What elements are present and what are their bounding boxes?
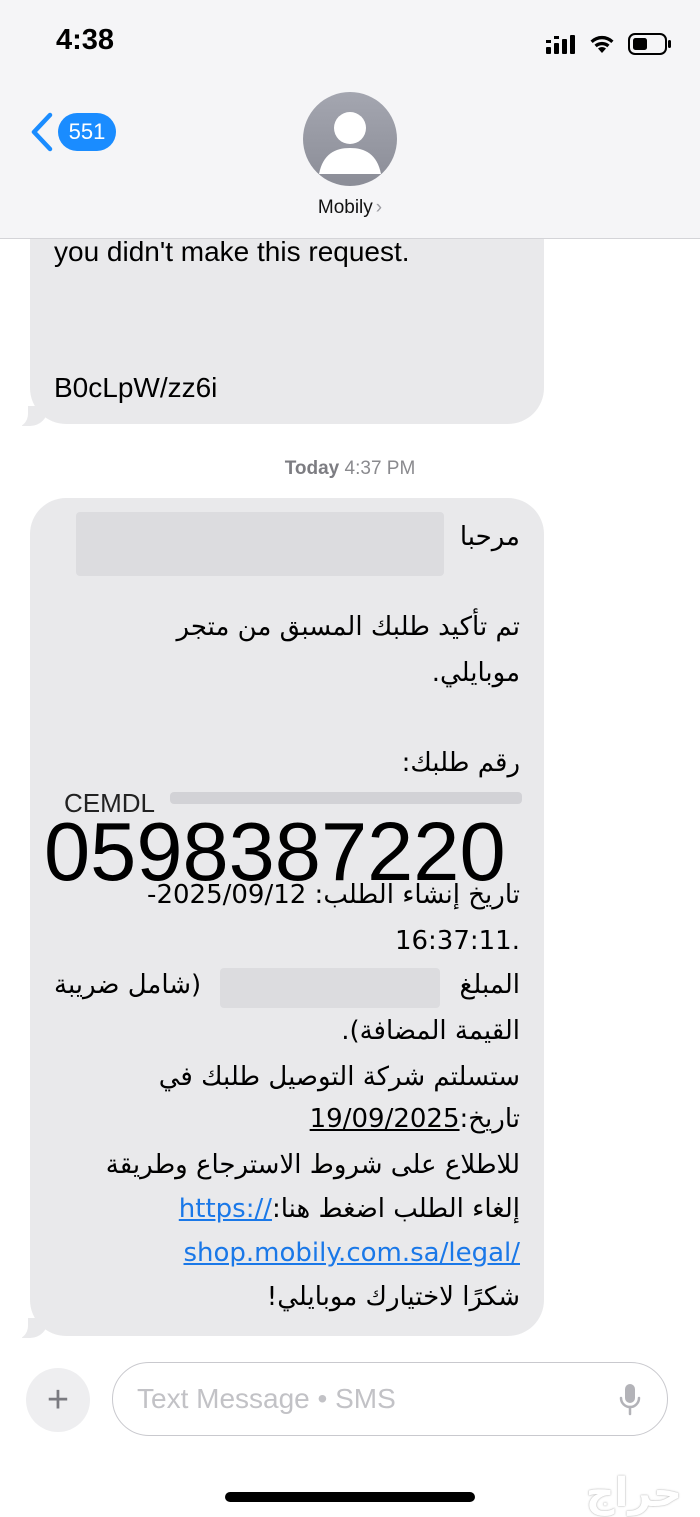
status-time: 4:38	[56, 24, 115, 56]
confirmation-text-line2: موبايلي.	[431, 658, 520, 688]
greeting-text: مرحبا	[459, 522, 520, 552]
contact-name-button[interactable]: Mobily ›	[0, 197, 700, 219]
unread-count-badge: 551	[58, 113, 116, 151]
battery-icon	[628, 33, 671, 55]
add-attachment-button[interactable]: +	[26, 1368, 90, 1432]
delivery-line1: ستسلتم شركة التوصيل طلبك في	[158, 1062, 520, 1092]
terms-line2: إلغاء الطلب اضغط هنا:https://	[178, 1194, 520, 1224]
redacted-amount	[220, 968, 440, 1008]
legal-link-part1[interactable]: https://	[179, 1194, 272, 1224]
message-input[interactable]: Text Message • SMS	[112, 1362, 668, 1436]
thanks-text: شكرًا لاختيارك موبايلي!	[266, 1282, 520, 1312]
amount-label: المبلغ	[459, 970, 520, 1000]
person-icon	[319, 112, 381, 174]
created-date-line2: .16:37:11	[394, 926, 520, 956]
legal-link-part2[interactable]: shop.mobily.com.sa/legal/	[183, 1238, 520, 1268]
home-indicator[interactable]	[225, 1492, 475, 1502]
redacted-order-number	[170, 792, 522, 804]
contact-avatar[interactable]	[303, 92, 397, 186]
overlay-phone-number: 0598387220	[44, 805, 506, 898]
delivery-date-line: تاريخ:19/09/2025	[309, 1104, 520, 1134]
message-timestamp: Today 4:37 PM	[284, 458, 416, 479]
amount-suffix: (شامل ضريبة	[54, 970, 202, 1000]
status-icons	[546, 28, 672, 60]
cellular-signal-icon	[546, 35, 575, 54]
message-input-placeholder: Text Message • SMS	[137, 1383, 396, 1414]
wifi-icon	[590, 35, 614, 53]
redacted-name	[76, 512, 444, 576]
conversation-header: 4:38 551 Mobily ›	[0, 0, 700, 239]
message-text: you didn't make this request.	[54, 236, 410, 267]
chevron-left-icon	[31, 112, 53, 152]
vat-line: القيمة المضافة).	[341, 1016, 520, 1046]
back-button[interactable]: 551	[30, 112, 116, 152]
delivery-date: 19/09/2025	[309, 1104, 460, 1134]
microphone-icon[interactable]	[619, 1383, 641, 1417]
messages-screen: you didn't make this request. B0cLpW/zz6…	[0, 0, 700, 1517]
message-code: B0cLpW/zz6i	[54, 372, 218, 403]
confirmation-text-line1: تم تأكيد طلبك المسبق من متجر	[176, 612, 520, 642]
terms-line1: للاطلاع على شروط الاسترجاع وطريقة	[105, 1150, 520, 1180]
order-number-label: رقم طلبك:	[401, 748, 520, 778]
watermark-logo: حراج	[585, 1470, 682, 1516]
chevron-right-icon: ›	[375, 197, 383, 218]
message-bubble-current[interactable]: مرحبا تم تأكيد طلبك المسبق من متجر موباي…	[30, 498, 544, 1336]
